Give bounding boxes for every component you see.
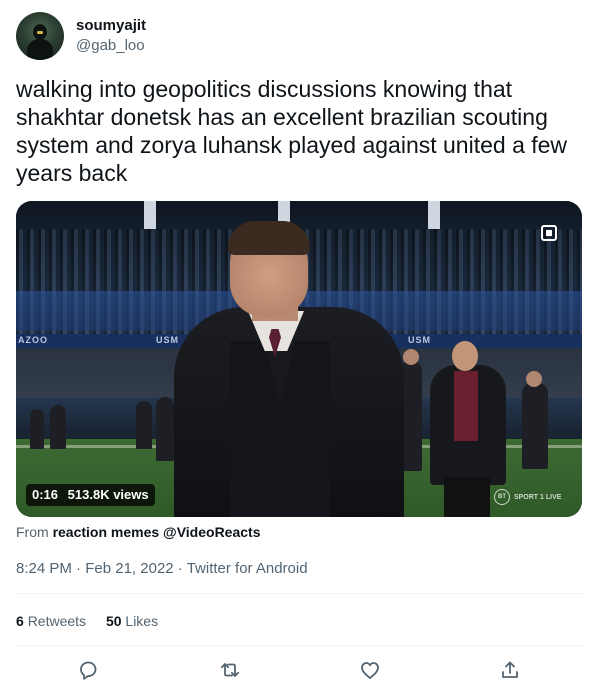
reply-button[interactable]: [76, 658, 100, 682]
video-background-person: [136, 401, 152, 449]
retweet-button[interactable]: [218, 658, 242, 682]
video-board-text-mid: USM: [156, 335, 179, 345]
tweet-client: Twitter for Android: [186, 560, 308, 577]
share-icon: [502, 661, 518, 678]
tweet-metadata: 8:24 PM · Feb 21, 2022 · Twitter for And…: [16, 559, 308, 579]
tweet-text: walking into geopolitics discussions kno…: [16, 76, 568, 186]
reply-icon: [80, 661, 97, 680]
like-button[interactable]: [358, 658, 382, 682]
video-person-right-head: [452, 341, 478, 371]
video-background-person: [50, 405, 66, 449]
broadcaster-logo-icon: BT: [494, 489, 510, 505]
media-attribution: From reaction memes @VideoReacts: [16, 523, 261, 541]
share-button[interactable]: [498, 658, 522, 682]
author-handle[interactable]: @gab_loo: [76, 36, 145, 56]
video-background-person-head: [526, 371, 542, 387]
metadata-separator: ·: [173, 560, 187, 577]
likes-count: 50: [105, 613, 122, 629]
video-background-person: [156, 397, 174, 461]
divider: [16, 593, 582, 594]
avatar[interactable]: [16, 12, 64, 60]
tweet-date[interactable]: Feb 21, 2022: [85, 560, 173, 577]
video-person-right-legs: [444, 477, 490, 517]
broadcaster-watermark: BT SPORT 1 LIVE: [494, 489, 561, 505]
fullscreen-icon[interactable]: [540, 224, 558, 242]
video-roof-beam: [144, 201, 156, 229]
video-roof-beam: [428, 201, 440, 229]
video-player[interactable]: AZOO USM USM: [16, 201, 582, 517]
divider: [16, 645, 582, 646]
metadata-separator: ·: [71, 560, 86, 577]
tweet-time[interactable]: 8:24 PM: [16, 560, 72, 577]
video-duration: 0:16: [32, 487, 59, 502]
retweets-stat[interactable]: 6 Retweets: [16, 612, 86, 630]
author-display-name[interactable]: soumyajit: [76, 16, 146, 36]
video-views: 513.8K views: [67, 487, 149, 502]
avatar-accent: [37, 31, 43, 34]
retweets-count: 6: [16, 613, 24, 629]
attribution-prefix: From: [16, 524, 49, 540]
video-main-person-hair: [228, 221, 310, 255]
heart-icon: [361, 662, 379, 679]
video-stats-badge: 0:16 513.8K views: [26, 484, 155, 506]
engagement-stats: 6 Retweets 50 Likes: [16, 612, 174, 630]
video-board-text-right: USM: [408, 335, 431, 345]
avatar-figure-body: [27, 39, 53, 60]
retweets-label: Retweets: [27, 613, 87, 629]
video-board-text-left: AZOO: [18, 335, 48, 345]
video-background-person: [30, 409, 44, 449]
video-background-person-head: [403, 349, 419, 365]
likes-stat[interactable]: 50 Likes: [106, 612, 158, 630]
video-background-person: [522, 383, 548, 469]
retweet-icon: [220, 663, 240, 677]
likes-label: Likes: [125, 613, 159, 629]
attribution-source-link[interactable]: reaction memes @VideoReacts: [53, 524, 261, 540]
broadcaster-name: SPORT 1 LIVE: [513, 493, 562, 501]
video-person-right-shirt: [454, 371, 478, 441]
